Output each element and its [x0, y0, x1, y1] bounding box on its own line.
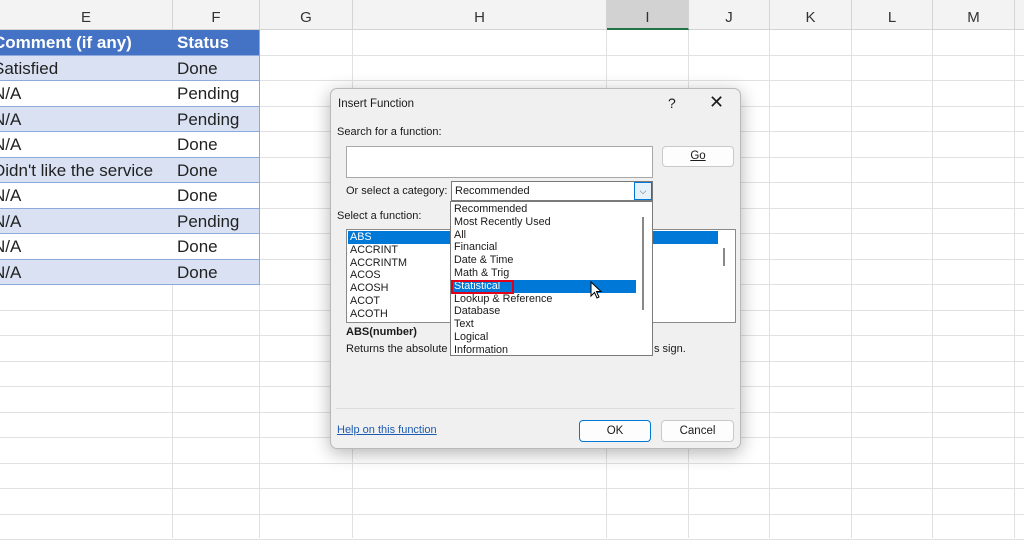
- column-header-M[interactable]: M: [933, 0, 1015, 30]
- header-cell-comment[interactable]: Comment (if any): [0, 30, 173, 56]
- category-option-label: Recommended: [454, 203, 528, 215]
- search-label: Search for a function:: [337, 126, 442, 138]
- gridline: [0, 462, 1024, 464]
- dropdown-scrollbar-thumb[interactable]: [642, 217, 644, 310]
- divider: [336, 408, 735, 409]
- category-option[interactable]: Math & Trig: [451, 267, 636, 280]
- category-option[interactable]: Information: [451, 343, 636, 356]
- cell-status[interactable]: Done: [173, 132, 260, 158]
- category-select[interactable]: Recommended ⌵: [451, 181, 653, 201]
- list-scrollbar-thumb[interactable]: [723, 248, 725, 266]
- cell-status[interactable]: Pending: [173, 106, 260, 132]
- category-option[interactable]: Text: [451, 318, 636, 331]
- category-option-label: Database: [454, 305, 501, 318]
- help-on-function-link[interactable]: Help on this function: [337, 424, 437, 436]
- function-item[interactable]: ACCRINTM: [348, 257, 407, 270]
- category-option-label: Most Recently Used: [454, 215, 551, 228]
- column-header-H[interactable]: H: [353, 0, 607, 30]
- help-icon[interactable]: ?: [668, 95, 676, 111]
- gridline: [0, 488, 1024, 489]
- go-label: Go: [690, 150, 706, 162]
- close-icon[interactable]: ✕: [709, 92, 724, 113]
- category-label: Or select a category:: [346, 185, 448, 197]
- category-option-label: All: [454, 228, 466, 241]
- gridline: [0, 513, 1024, 515]
- category-option[interactable]: Most Recently Used: [451, 216, 636, 229]
- category-option[interactable]: All: [451, 229, 636, 242]
- cell-comment[interactable]: N/A: [0, 208, 173, 234]
- mouse-cursor-icon: [590, 281, 603, 299]
- cancel-button[interactable]: Cancel: [661, 420, 734, 442]
- category-option[interactable]: Date & Time: [451, 254, 636, 267]
- function-item[interactable]: ACOSH: [348, 282, 388, 295]
- cell-comment[interactable]: Didn't like the service: [0, 157, 173, 183]
- column-header-L[interactable]: L: [852, 0, 933, 30]
- cell-comment[interactable]: N/A: [0, 81, 173, 107]
- category-value: Recommended: [455, 185, 530, 197]
- column-header-I[interactable]: I: [607, 0, 689, 30]
- search-input[interactable]: [346, 146, 653, 178]
- ok-button[interactable]: OK: [579, 420, 651, 442]
- category-option-label: Financial: [454, 241, 498, 254]
- cell-comment[interactable]: N/A: [0, 234, 173, 260]
- column-header-E[interactable]: E: [0, 0, 173, 30]
- cell-comment[interactable]: N/A: [0, 132, 173, 158]
- function-item[interactable]: ACCRINT: [348, 244, 398, 257]
- cell-comment[interactable]: N/A: [0, 106, 173, 132]
- category-option[interactable]: Statistical: [451, 279, 636, 294]
- function-signature: ABS(number): [346, 326, 417, 338]
- function-item[interactable]: ACOTH: [348, 308, 388, 321]
- category-option-label: Text: [454, 318, 474, 331]
- column-headers: EFGHIJKLM: [0, 0, 1024, 30]
- function-item[interactable]: ACOS: [348, 269, 381, 282]
- cell-status[interactable]: Done: [173, 234, 260, 260]
- column-header-K[interactable]: K: [770, 0, 852, 30]
- category-option-label: Information: [454, 343, 509, 356]
- insert-function-dialog: Insert Function ? ✕ Search for a functio…: [330, 88, 741, 449]
- category-option[interactable]: Recommended: [451, 203, 636, 216]
- header-cell-status[interactable]: Status: [173, 30, 260, 56]
- cell-comment[interactable]: Satisfied: [0, 55, 173, 81]
- chevron-down-icon[interactable]: ⌵: [634, 182, 652, 200]
- cell-status[interactable]: Pending: [173, 81, 260, 107]
- go-button[interactable]: Go: [662, 146, 734, 167]
- cell-status[interactable]: Pending: [173, 208, 260, 234]
- cell-comment[interactable]: N/A: [0, 183, 173, 209]
- function-description-start: Returns the absolute: [346, 343, 448, 355]
- cell-comment[interactable]: N/A: [0, 259, 173, 285]
- cell-status[interactable]: Done: [173, 55, 260, 81]
- column-header-G[interactable]: G: [260, 0, 353, 30]
- category-option-label: Date & Time: [454, 254, 514, 267]
- cell-status[interactable]: Done: [173, 259, 260, 285]
- category-option[interactable]: Database: [451, 305, 636, 318]
- cell-status[interactable]: Done: [173, 157, 260, 183]
- category-option[interactable]: Lookup & Reference: [451, 293, 636, 306]
- category-option[interactable]: Logical: [451, 331, 636, 344]
- cell-status[interactable]: Done: [173, 183, 260, 209]
- category-option-label: Logical: [454, 331, 489, 343]
- category-option-label: Math & Trig: [454, 267, 510, 279]
- function-description-end: s sign.: [654, 343, 686, 355]
- dialog-title: Insert Function: [338, 98, 415, 110]
- column-header-F[interactable]: F: [173, 0, 260, 30]
- function-item[interactable]: ACOT: [348, 295, 380, 308]
- category-dropdown-list[interactable]: Recommended Most Recently Used All Financia…: [450, 201, 653, 356]
- column-header-J[interactable]: J: [689, 0, 770, 30]
- category-option-label: Lookup & Reference: [454, 292, 553, 305]
- function-label: Select a function:: [337, 210, 422, 222]
- category-option[interactable]: Financial: [451, 241, 636, 254]
